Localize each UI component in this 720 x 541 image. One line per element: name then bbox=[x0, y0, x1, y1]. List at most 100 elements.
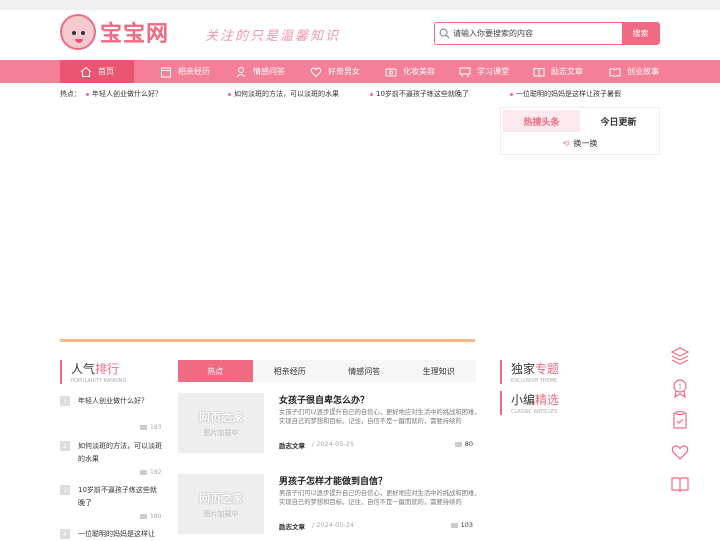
nav-item-label: 学习课堂 bbox=[477, 67, 509, 76]
nav-item-study[interactable]: 学习课堂 bbox=[459, 60, 509, 83]
ranking-heading: 人气排行 POPULARITY RANKING bbox=[60, 360, 126, 384]
tab-hot[interactable]: 热点 bbox=[178, 360, 253, 382]
nav-item-dating[interactable]: 相亲经历 bbox=[160, 60, 210, 83]
nav-item-label: 化妆美容 bbox=[403, 67, 435, 76]
article-views: 103 bbox=[450, 521, 473, 529]
article-summary: 男孩子们可以逐步提升自己的自信心，更好地应对生活中的挑战和困难，实现自己的梦想和… bbox=[279, 490, 481, 506]
search-icon bbox=[435, 23, 453, 44]
tab-emotion-qa[interactable]: 情感问答 bbox=[327, 360, 402, 382]
rank-number: 4 bbox=[60, 529, 70, 539]
thumbnail-title: 网页之家 bbox=[199, 491, 243, 505]
ranking-subtitle: POPULARITY RANKING bbox=[71, 378, 127, 384]
nav-item-home[interactable]: 首页 bbox=[60, 60, 134, 83]
desk-icon bbox=[459, 67, 471, 77]
nav-item-startup[interactable]: 创业故事 bbox=[609, 60, 659, 83]
rank-title: 如何淡斑的方法，可以淡斑的水果 bbox=[78, 442, 162, 463]
rank-views: 182 bbox=[140, 466, 161, 479]
nav-item-emotion-qa[interactable]: 情感问答 bbox=[235, 60, 285, 83]
home-icon bbox=[80, 66, 92, 77]
logo-text: 宝宝网 bbox=[100, 22, 170, 47]
article-date: / 2024-05-24 bbox=[312, 521, 355, 529]
top-strip bbox=[0, 0, 720, 10]
book-icon bbox=[533, 67, 545, 77]
article-card: 网页之家 图片加载中 男孩子怎样才能做到自信？ 男孩子们可以逐步提升自己的自信心… bbox=[178, 474, 483, 536]
exclusive-title-a: 独家 bbox=[511, 362, 536, 376]
search-button[interactable]: 搜索 bbox=[622, 23, 659, 44]
hot-link-text: 如何淡斑的方法，可以淡斑的水果 bbox=[234, 90, 339, 98]
article-views: 80 bbox=[454, 440, 473, 448]
tab-dating[interactable]: 相亲经历 bbox=[253, 360, 328, 382]
baby-face-icon bbox=[60, 14, 96, 50]
thumbnail-loading: 图片加载中 bbox=[203, 428, 239, 437]
hot-link[interactable]: 10岁前不逼孩子练这些就晚了 bbox=[370, 89, 469, 99]
hot-link[interactable]: 年轻人创业做什么好？ bbox=[86, 89, 162, 99]
rank-number: 3 bbox=[60, 485, 70, 495]
site-logo[interactable]: 宝宝网 bbox=[60, 14, 169, 50]
tab-physiology[interactable]: 生理知识 bbox=[402, 360, 477, 382]
picks-subtitle: CLASSIC ARTICLES bbox=[511, 409, 558, 415]
hot-link-text: 10岁前不逼孩子练这些就晚了 bbox=[376, 90, 469, 98]
heart-icon bbox=[310, 66, 322, 77]
hot-link[interactable]: 如何淡斑的方法，可以淡斑的水果 bbox=[228, 89, 339, 99]
qa-icon bbox=[236, 66, 246, 77]
rank-views: 180 bbox=[140, 510, 161, 523]
article-thumbnail[interactable]: 网页之家 图片加载中 bbox=[178, 474, 264, 534]
picks-title-b: 精选 bbox=[535, 393, 560, 407]
article-title[interactable]: 男孩子怎样才能做到自信？ bbox=[279, 474, 387, 487]
comment-icon bbox=[454, 441, 462, 447]
calendar-icon bbox=[161, 67, 171, 77]
clipboard-icon[interactable] bbox=[669, 409, 691, 431]
exclusive-subtitle: EXCLUSIVE THEME bbox=[511, 378, 558, 384]
ranking-title-b: 排行 bbox=[95, 362, 120, 376]
search-bar: 搜索 bbox=[434, 22, 660, 45]
content-tabs: 热点 相亲经历 情感问答 生理知识 bbox=[178, 360, 476, 382]
section-divider bbox=[60, 339, 475, 342]
refresh-button[interactable]: ⟲ 换一换 bbox=[501, 138, 659, 149]
open-book-icon bbox=[609, 67, 621, 77]
hotbar-label: 热点： bbox=[60, 90, 81, 98]
rank-number: 1 bbox=[60, 396, 70, 406]
nav-item-label: 创业故事 bbox=[627, 67, 659, 76]
rank-title: 10岁前不逼孩子练这些就晚了 bbox=[78, 486, 157, 507]
tab-hot-headlines[interactable]: 热搜头条 bbox=[503, 110, 580, 132]
nav-item-label: 好奇男女 bbox=[328, 67, 360, 76]
hot-link-text: 年轻人创业做什么好？ bbox=[92, 90, 162, 98]
nav-item-curious[interactable]: 好奇男女 bbox=[310, 60, 360, 83]
article-category[interactable]: 励志文章 bbox=[279, 440, 305, 450]
hot-link-text: 一位聪明的妈妈是这样让孩子暑假 bbox=[516, 90, 621, 98]
search-input[interactable] bbox=[453, 23, 622, 44]
nav-item-inspire[interactable]: 励志文章 bbox=[533, 60, 583, 83]
cosmetics-icon bbox=[385, 68, 397, 76]
nav-item-label: 首页 bbox=[98, 67, 114, 76]
heart-hand-icon[interactable] bbox=[669, 441, 691, 463]
nav-item-beauty[interactable]: 化妆美容 bbox=[385, 60, 435, 83]
hot-topics-bar: 热点： 年轻人创业做什么好？ 如何淡斑的方法，可以淡斑的水果 10岁前不逼孩子练… bbox=[60, 89, 490, 101]
book-icon[interactable] bbox=[669, 473, 691, 495]
picks-title-a: 小编 bbox=[511, 393, 536, 407]
article-category[interactable]: 励志文章 bbox=[279, 521, 305, 531]
rank-title: 一位聪明的妈妈是这样让 bbox=[78, 530, 155, 538]
rank-number: 2 bbox=[60, 441, 70, 451]
layers-icon[interactable] bbox=[669, 345, 691, 367]
article-title[interactable]: 女孩子很自卑怎么办？ bbox=[279, 393, 369, 406]
article-thumbnail[interactable]: 网页之家 图片加载中 bbox=[178, 393, 264, 453]
thumbnail-loading: 图片加载中 bbox=[203, 509, 239, 518]
article-date: / 2024-05-25 bbox=[312, 440, 355, 448]
nav-item-label: 情感问答 bbox=[253, 67, 285, 76]
editor-picks-heading: 小编精选 CLASSIC ARTICLES bbox=[500, 391, 559, 415]
article-summary: 女孩子们可以逐步提升自己的自信心，更好地应对生活中的挑战和困难，实现自己的梦想和… bbox=[279, 409, 481, 425]
hot-link[interactable]: 一位聪明的妈妈是这样让孩子暑假 bbox=[510, 89, 621, 99]
nav-item-label: 相亲经历 bbox=[178, 67, 210, 76]
exclusive-title-b: 专题 bbox=[535, 362, 560, 376]
ranking-title-a: 人气 bbox=[71, 362, 96, 376]
site-slogan: 关注的只是温馨知识 bbox=[205, 29, 341, 44]
hot-search-box: 热搜头条 今日更新 ⟲ 换一换 bbox=[500, 107, 660, 155]
tab-today-updates[interactable]: 今日更新 bbox=[580, 110, 657, 132]
refresh-icon: ⟲ bbox=[562, 139, 570, 148]
svg-text:1: 1 bbox=[678, 384, 682, 391]
main-nav: 首页 相亲经历 情感问答 好奇男女 化妆美容 学习课堂 励志文章 创业故事 bbox=[0, 60, 720, 83]
rank-title: 年轻人创业做什么好？ bbox=[78, 397, 148, 405]
refresh-label: 换一换 bbox=[573, 139, 598, 148]
medal-icon[interactable]: 1 bbox=[669, 377, 691, 399]
nav-item-label: 励志文章 bbox=[551, 67, 583, 76]
